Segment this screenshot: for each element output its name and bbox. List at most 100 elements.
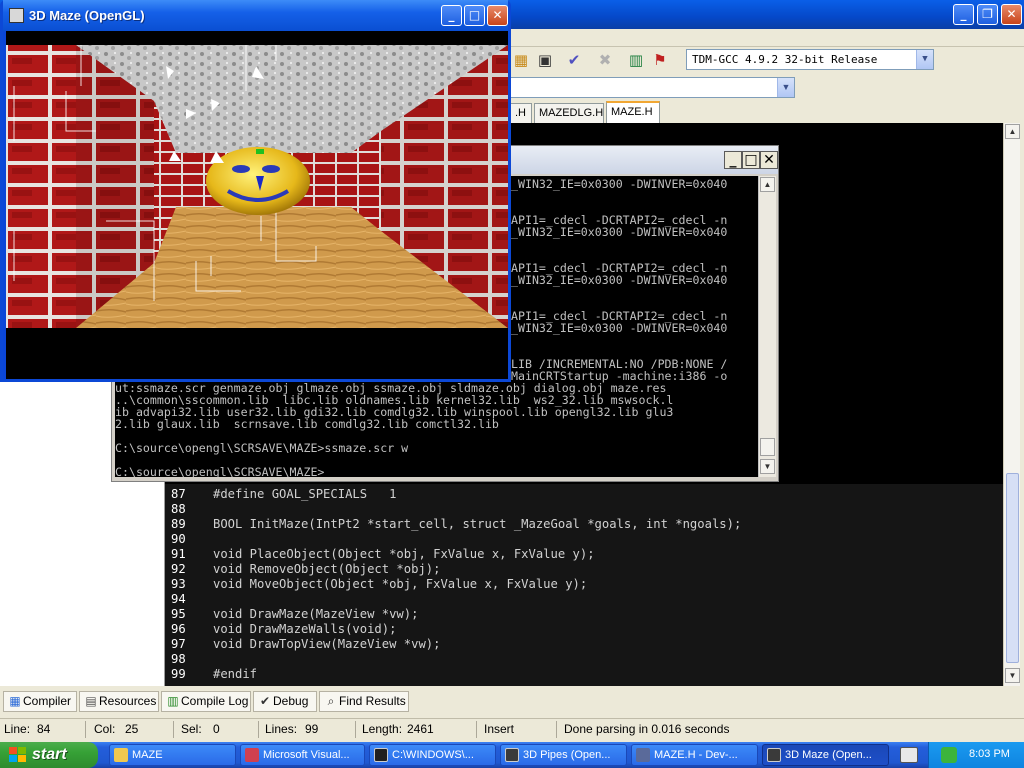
taskbar-item-cmd[interactable]: C:\WINDOWS\...	[369, 744, 496, 766]
folder-icon	[114, 748, 128, 762]
taskbar: start MAZE Microsoft Visual... C:\WINDOW…	[0, 742, 1024, 768]
scroll-thumb[interactable]	[760, 438, 775, 456]
scroll-up-arrow[interactable]: ▲	[760, 177, 775, 192]
console-icon	[374, 748, 388, 762]
ide-close-button[interactable]: ✕	[1001, 4, 1022, 25]
status-divider	[85, 721, 86, 738]
console-scrollbar[interactable]: ▲ ▼	[758, 176, 776, 477]
status-sel-label: Sel:	[181, 722, 202, 736]
tab-find-results[interactable]: ⌕ Find Results	[319, 691, 409, 712]
delete-icon[interactable]: ✖	[596, 51, 614, 69]
find-results-icon: ⌕	[327, 694, 335, 708]
classes-icon[interactable]: ▦	[512, 51, 530, 69]
tab-debug-label: Debug	[273, 694, 309, 708]
scroll-up-arrow[interactable]: ▲	[1005, 124, 1020, 139]
app-icon	[9, 8, 24, 23]
status-divider	[556, 721, 557, 738]
tab-compiler-label: Compiler	[23, 694, 72, 708]
tab-maze-h[interactable]: MAZE.H	[606, 101, 660, 123]
maze-window[interactable]: 3D Maze (OpenGL) _ □ ✕	[0, 0, 511, 382]
line-number: 91	[171, 547, 186, 561]
line-number: 92	[171, 562, 186, 576]
status-mode: Insert	[484, 722, 515, 736]
taskbar-item-label: 3D Maze (Open...	[785, 749, 872, 761]
compile-log-icon: ▥	[167, 694, 179, 708]
taskbar-item-3d-pipes[interactable]: 3D Pipes (Open...	[500, 744, 627, 766]
start-button[interactable]: start	[0, 742, 98, 768]
code-text: void RemoveObject(Object *obj);	[213, 562, 441, 576]
tab-debug[interactable]: ✔ Debug	[253, 691, 317, 712]
tab-mazedlg-h[interactable]: MAZEDLG.H	[534, 103, 604, 123]
console-minimize-button[interactable]: _	[724, 151, 742, 169]
console-line: _WIN32_IE=0x0300 -DWINVER=0x040	[511, 273, 728, 287]
ide-restore-button[interactable]: ❐	[977, 4, 998, 25]
console-line: _WIN32_IE=0x0300 -DWINVER=0x040	[511, 225, 728, 239]
maze-titlebar[interactable]: 3D Maze (OpenGL) _ □ ✕	[3, 0, 508, 31]
tab-resources[interactable]: ▤ Resources	[79, 691, 159, 712]
console-line: C:\source\opengl\SCRSAVE\MAZE>ssmaze.scr…	[115, 441, 409, 455]
status-divider	[476, 721, 477, 738]
editor-tabs: .H MAZEDLG.H MAZE.H	[510, 101, 1024, 123]
profile-icon[interactable]: ⚑	[651, 51, 669, 69]
code-text: void MoveObject(Object *obj, FxValue x, …	[213, 577, 588, 591]
compiler-select-value: TDM-GCC 4.9.2 32-bit Release	[692, 53, 878, 66]
code-text: void DrawMazeWalls(void);	[213, 622, 397, 636]
bottom-tabs: ▦ Compiler ▤ Resources ▥ Compile Log ✔ Debug…	[0, 689, 1024, 713]
code-text: #define GOAL_SPECIALS 1	[213, 487, 397, 501]
line-number: 87	[171, 487, 186, 501]
chevron-down-icon[interactable]: ▼	[916, 50, 933, 69]
maze-maximize-button[interactable]: □	[464, 5, 485, 26]
tab-find-results-label: Find Results	[339, 694, 406, 708]
taskbar-item-maze-folder[interactable]: MAZE	[109, 744, 236, 766]
compiler-select[interactable]: TDM-GCC 4.9.2 32-bit Release ▼	[686, 49, 934, 70]
scroll-down-arrow[interactable]: ▼	[1005, 668, 1020, 683]
check-icon[interactable]: ✔	[565, 51, 583, 69]
ide-minimize-button[interactable]: _	[953, 4, 974, 25]
devcpp-icon	[636, 748, 650, 762]
chevron-down-icon[interactable]: ▼	[777, 78, 794, 97]
start-label: start	[32, 746, 67, 763]
status-divider	[173, 721, 174, 738]
code-text: void PlaceObject(Object *obj, FxValue x,…	[213, 547, 595, 561]
maze-scene	[6, 31, 508, 379]
keyboard-icon[interactable]	[900, 747, 918, 763]
console-maximize-button[interactable]: □	[742, 151, 760, 169]
tab-h[interactable]: .H	[510, 103, 532, 123]
status-lines-value: 99	[305, 722, 319, 736]
status-line-label: Line:	[4, 722, 31, 736]
editor-scrollbar[interactable]: ▲ ▼	[1003, 123, 1020, 686]
taskbar-item-3d-maze[interactable]: 3D Maze (Open...	[762, 744, 889, 766]
network-icon[interactable]	[941, 747, 957, 763]
scroll-down-arrow[interactable]: ▼	[760, 459, 775, 474]
status-bar: Line: 84 Col: 25 Sel: 0 Lines: 99 Length…	[0, 718, 1024, 740]
taskbar-item-label: MAZE.H - Dev-...	[654, 749, 738, 761]
console-line: C:\source\opengl\SCRSAVE\MAZE>	[115, 465, 325, 477]
maze-close-button[interactable]: ✕	[487, 5, 508, 26]
console-close-button[interactable]: ✕	[760, 151, 778, 169]
maze-minimize-button[interactable]: _	[441, 5, 462, 26]
taskbar-item-label: C:\WINDOWS\...	[392, 749, 474, 761]
chart-icon[interactable]: ▥	[627, 51, 645, 69]
code-editor[interactable]: 87 #define GOAL_SPECIALS 1 88 89 BOOL InitMa…	[165, 484, 1003, 686]
resources-icon: ▤	[85, 694, 97, 708]
clock[interactable]: 8:03 PM	[969, 748, 1010, 760]
taskbar-item-devcpp[interactable]: MAZE.H - Dev-...	[631, 744, 758, 766]
status-col-label: Col:	[94, 722, 116, 736]
tab-compiler[interactable]: ▦ Compiler	[3, 691, 77, 712]
status-divider	[355, 721, 356, 738]
windows-logo-icon	[9, 747, 26, 762]
app-icon	[767, 748, 781, 762]
scroll-thumb[interactable]	[1006, 473, 1019, 663]
grid-icon[interactable]: ▣	[536, 51, 554, 69]
code-text: void DrawMaze(MazeView *vw);	[213, 607, 419, 621]
line-number: 93	[171, 577, 186, 591]
maze-viewport[interactable]	[6, 31, 508, 379]
console-line: 2.lib glaux.lib scrnsave.lib comdlg32.li…	[115, 417, 499, 431]
app-icon	[505, 748, 519, 762]
status-divider	[258, 721, 259, 738]
tab-compile-log[interactable]: ▥ Compile Log	[161, 691, 251, 712]
code-text: #endif	[213, 667, 258, 681]
taskbar-item-visual-studio[interactable]: Microsoft Visual...	[240, 744, 365, 766]
function-select[interactable]: ▼	[510, 77, 795, 98]
line-number: 88	[171, 502, 186, 516]
